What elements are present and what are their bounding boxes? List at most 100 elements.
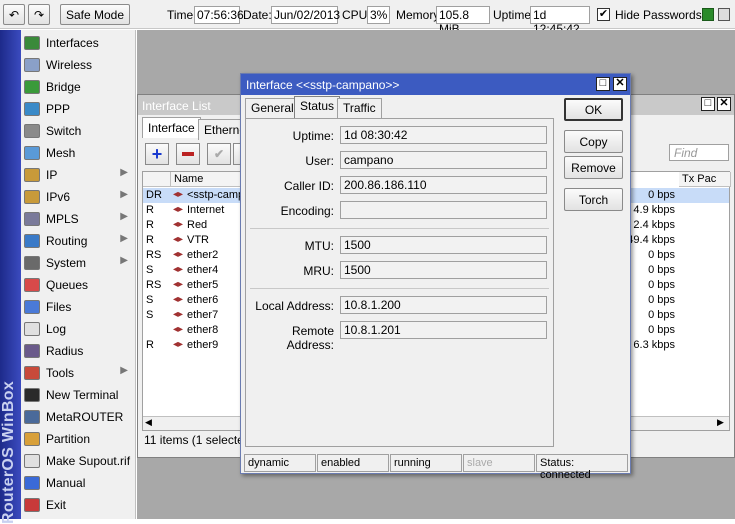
bridge-icon xyxy=(24,80,40,94)
exit-icon xyxy=(24,498,40,512)
tools-icon xyxy=(24,366,40,380)
menu-item-files[interactable]: Files xyxy=(21,296,136,318)
menu-item-manual[interactable]: Manual xyxy=(21,472,136,494)
partition-icon xyxy=(24,432,40,446)
interface-dialog: Interface <<sstp-campano>> □ ✕ General S… xyxy=(240,73,631,481)
tab-general[interactable]: General xyxy=(245,98,300,118)
row-name: Internet xyxy=(187,204,225,216)
supout-icon xyxy=(24,454,40,468)
remove-button[interactable] xyxy=(176,143,200,165)
radius-icon xyxy=(24,344,40,358)
row-tx: 49.4 kbps xyxy=(627,234,675,246)
redo-button[interactable]: ↷ xyxy=(28,4,50,25)
tab-ethernet[interactable]: Etherne xyxy=(198,119,242,140)
separator xyxy=(250,288,549,289)
row-flag: R xyxy=(146,219,154,231)
cpu-value: 3% xyxy=(367,6,390,24)
menu-item-queues[interactable]: Queues xyxy=(21,274,136,296)
ppp-icon xyxy=(24,102,40,116)
menu-item-label: Manual xyxy=(46,476,86,490)
hide-passwords-checkbox[interactable]: ✔ xyxy=(597,8,610,21)
safe-mode-button[interactable]: Safe Mode xyxy=(60,4,130,25)
menu-item-radius[interactable]: Radius xyxy=(21,340,136,362)
col-name[interactable]: Name xyxy=(171,172,241,187)
scroll-right-icon: ▶ xyxy=(717,417,724,427)
side-menu: Interfaces Wireless Bridge PPP Switch Mesh IP ▶… xyxy=(21,30,136,519)
torch-button[interactable]: Torch xyxy=(564,188,623,211)
mesh-icon xyxy=(24,146,40,160)
plus-icon: + xyxy=(151,143,163,164)
user-field-label: User: xyxy=(305,154,334,168)
menu-item-ipv6[interactable]: IPv6 ▶ xyxy=(21,186,136,208)
log-icon xyxy=(24,322,40,336)
close-icon[interactable]: ✕ xyxy=(717,97,731,111)
uptime-label: Uptime: xyxy=(493,8,535,22)
menu-item-label: System xyxy=(46,256,87,270)
redo-icon: ↷ xyxy=(33,7,45,22)
copy-button[interactable]: Copy xyxy=(564,130,623,153)
row-tx: 0 bps xyxy=(648,294,675,306)
memory-value: 105.8 MiB xyxy=(436,6,490,36)
row-flag: R xyxy=(146,339,154,351)
user-field: campano xyxy=(340,151,547,169)
menu-item-log[interactable]: Log xyxy=(21,318,136,340)
undo-button[interactable]: ↶ xyxy=(3,4,25,25)
menu-item-mesh[interactable]: Mesh xyxy=(21,142,136,164)
row-flag: RS xyxy=(146,249,162,261)
menu-item-bridge[interactable]: Bridge xyxy=(21,76,136,98)
add-button[interactable]: + xyxy=(145,143,169,165)
row-tx: 0 bps xyxy=(648,264,675,276)
maximize-icon[interactable]: □ xyxy=(701,97,715,111)
item-count: 11 items (1 selected) xyxy=(144,433,255,447)
menu-item-new-terminal[interactable]: New Terminal xyxy=(21,384,136,406)
menu-item-interfaces[interactable]: Interfaces xyxy=(21,32,136,54)
remove-button[interactable]: Remove xyxy=(564,156,623,179)
brand-strip: RouterOS WinBox xyxy=(0,30,21,524)
queues-icon xyxy=(24,278,40,292)
menu-item-metarouter[interactable]: MetaROUTER xyxy=(21,406,136,428)
row-name: VTR xyxy=(187,234,209,246)
menu-item-label: Log xyxy=(46,322,67,336)
minus-icon xyxy=(182,152,194,156)
menu-item-routing[interactable]: Routing ▶ xyxy=(21,230,136,252)
dialog-close-icon[interactable]: ✕ xyxy=(613,77,627,91)
menu-item-ppp[interactable]: PPP xyxy=(21,98,136,120)
menu-item-exit[interactable]: Exit xyxy=(21,494,136,516)
menu-item-ip[interactable]: IP ▶ xyxy=(21,164,136,186)
tab-interface[interactable]: Interface xyxy=(142,117,201,138)
interface-icon: ◂▸ xyxy=(173,339,184,350)
ok-button[interactable]: OK xyxy=(564,98,623,121)
dialog-title: Interface <<sstp-campano>> xyxy=(241,74,630,95)
tab-traffic[interactable]: Traffic xyxy=(337,98,382,118)
menu-item-label: Interfaces xyxy=(46,36,99,50)
uptime-field-label: Uptime: xyxy=(292,129,334,143)
uptime-value: 1d 12:45:42 xyxy=(530,6,590,36)
menu-item-label: IP xyxy=(46,168,58,182)
interface-icon: ◂▸ xyxy=(173,264,184,275)
col-tx[interactable]: Tx Pac xyxy=(679,172,731,187)
menu-item-label: PPP xyxy=(46,102,71,116)
menu-item-tools[interactable]: Tools ▶ xyxy=(21,362,136,384)
wireless-icon xyxy=(24,58,40,72)
interface-icon: ◂▸ xyxy=(173,294,184,305)
status-connected: Status: connected xyxy=(536,454,628,481)
row-tx: 6.3 kbps xyxy=(633,339,675,351)
interface-icon: ◂▸ xyxy=(173,249,184,260)
menu-item-wireless[interactable]: Wireless xyxy=(21,54,136,76)
enable-button[interactable]: ✔ xyxy=(207,143,231,165)
ipv6-icon xyxy=(24,190,40,204)
tab-status[interactable]: Status xyxy=(294,96,341,118)
menu-item-switch[interactable]: Switch xyxy=(21,120,136,142)
menu-item-label: Queues xyxy=(46,278,89,292)
mtu-field-label: MTU: xyxy=(304,239,334,253)
menu-item-label: Make Supout.rif xyxy=(46,454,131,468)
find-input[interactable]: Find xyxy=(669,144,729,161)
dialog-maximize-icon[interactable]: □ xyxy=(596,77,610,91)
status-green-icon xyxy=(702,8,714,21)
menu-item-make-supout-rif[interactable]: Make Supout.rif xyxy=(21,450,136,472)
menu-item-label: Bridge xyxy=(46,80,81,94)
menu-item-label: Switch xyxy=(46,124,82,138)
menu-item-system[interactable]: System ▶ xyxy=(21,252,136,274)
menu-item-mpls[interactable]: MPLS ▶ xyxy=(21,208,136,230)
menu-item-partition[interactable]: Partition xyxy=(21,428,136,450)
